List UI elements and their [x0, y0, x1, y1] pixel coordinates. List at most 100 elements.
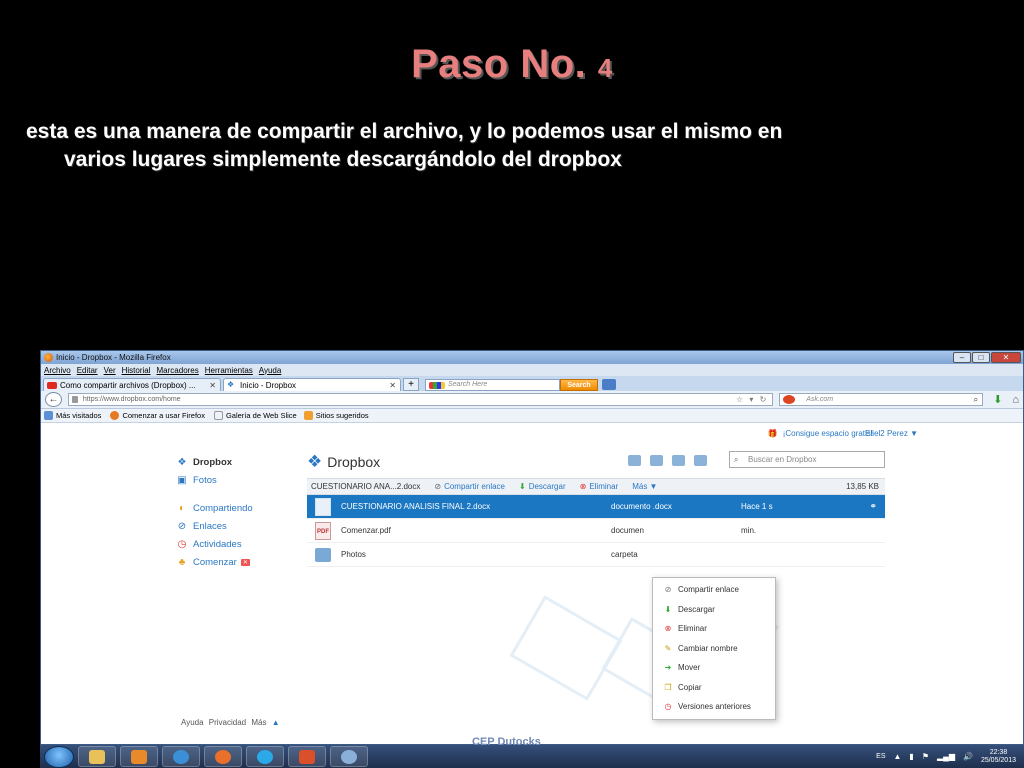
folder-icon — [89, 749, 105, 764]
volume-icon[interactable]: 🔊 — [963, 752, 973, 761]
sharing-icon: ◐ — [178, 502, 186, 514]
footer-mas[interactable]: Más — [251, 718, 266, 727]
share-folder-icon[interactable] — [672, 455, 685, 466]
search-icon[interactable]: ⌕ — [974, 394, 978, 405]
url-bar[interactable]: https://www.dropbox.com/home ☆ ▾ ↻ — [67, 393, 774, 406]
url-controls-icon[interactable]: ☆ ▾ ↻ — [736, 394, 768, 405]
taskbar-ie[interactable] — [162, 746, 200, 767]
bookmark-mas-visitados[interactable]: Más visitados — [56, 411, 101, 420]
upload-icon[interactable] — [628, 455, 641, 466]
delete-action[interactable]: ⊗ Eliminar — [580, 482, 619, 491]
taskbar-media-player[interactable] — [120, 746, 158, 767]
start-button[interactable] — [44, 745, 74, 768]
sidebar-item-label: Compartiendo — [193, 502, 253, 514]
show-hidden-icons-icon[interactable]: ▲ — [894, 752, 902, 761]
sidebar-item-comenzar[interactable]: ♣ Comenzar ✕ — [175, 553, 253, 571]
menu-editar[interactable]: Editar — [77, 366, 98, 375]
link-icon[interactable]: ⚭ — [869, 501, 877, 512]
flag-icon[interactable]: ⚑ — [922, 752, 929, 761]
clock[interactable]: 22:38 25/05/2013 — [981, 749, 1016, 765]
toolbar-info-icon[interactable] — [602, 379, 616, 390]
taskbar-skype[interactable] — [246, 746, 284, 767]
close-tab-icon[interactable]: ✕ — [209, 381, 216, 390]
sidebar-item-fotos[interactable]: ▣ Fotos — [175, 471, 253, 489]
firefox-icon — [44, 353, 53, 362]
tab-youtube[interactable]: Como compartir archivos (Dropbox) ... ✕ — [43, 378, 221, 391]
clock-time: 22:38 — [989, 748, 1008, 756]
home-icon[interactable]: ⌂ — [1012, 394, 1019, 406]
sidebar-item-actividades[interactable]: ◷ Actividades — [175, 535, 253, 553]
file-browser-header: ❖ Dropbox ⌕ Buscar en Dropbox — [307, 451, 885, 473]
tab-dropbox[interactable]: ❖ Inicio - Dropbox ✕ — [223, 378, 401, 391]
menu-item-versiones-anteriores[interactable]: ◷ Versiones anteriores — [653, 697, 775, 717]
user-menu[interactable]: Eliel2 Perez ▼ — [865, 429, 918, 438]
footer-privacidad[interactable]: Privacidad — [209, 718, 246, 727]
clock-date: 25/05/2013 — [980, 756, 1016, 764]
share-link-action[interactable]: ⊘ Compartir enlace — [434, 482, 505, 491]
menu-item-cambiar-nombre[interactable]: ✎ Cambiar nombre — [653, 639, 775, 659]
menu-item-label: Descargar — [678, 604, 715, 614]
taskbar-firefox[interactable] — [204, 746, 242, 767]
menu-archivo[interactable]: Archivo — [44, 366, 71, 375]
menu-ver[interactable]: Ver — [104, 366, 116, 375]
windows-taskbar: ES ▲ ▮ ⚑ ▂▄▆ 🔊 22:38 25/05/2013 — [40, 745, 1024, 768]
close-window-button[interactable]: ✕ — [991, 352, 1021, 363]
copy-icon: ❐ — [664, 682, 672, 692]
ask-search-placeholder: Search Here — [448, 380, 488, 388]
bookmark-comenzar-firefox[interactable]: Comenzar a usar Firefox — [122, 411, 205, 420]
menu-herramientas[interactable]: Herramientas — [205, 366, 253, 375]
taskbar-explorer[interactable] — [78, 746, 116, 767]
close-tab-icon[interactable]: ✕ — [389, 381, 396, 390]
minimize-button[interactable]: – — [953, 352, 971, 363]
menu-item-copiar[interactable]: ❐ Copiar — [653, 678, 775, 698]
bookmark-icon — [44, 411, 53, 420]
new-tab-button[interactable]: + — [403, 378, 419, 391]
new-folder-icon[interactable] — [650, 455, 663, 466]
maximize-button[interactable]: □ — [972, 352, 990, 363]
back-button[interactable]: ← — [45, 392, 62, 407]
sidebar-item-compartiendo[interactable]: ◐ Compartiendo — [175, 499, 253, 517]
footer-ayuda[interactable]: Ayuda — [181, 718, 204, 727]
dropbox-page: 🎁 ¡Consigue espacio gratis! Eliel2 Perez… — [41, 423, 1023, 733]
menu-item-mover[interactable]: ➜ Mover — [653, 658, 775, 678]
chevron-up-icon[interactable]: ▲ — [272, 718, 280, 727]
web-slice-icon — [213, 411, 223, 420]
search-input[interactable]: ⌕ Buscar en Dropbox — [729, 451, 885, 468]
menu-item-label: Copiar — [678, 682, 702, 692]
menu-ayuda[interactable]: Ayuda — [259, 366, 282, 375]
menu-historial[interactable]: Historial — [122, 366, 151, 375]
download-arrow-icon[interactable]: ⬇ — [993, 393, 1002, 406]
promo-link[interactable]: 🎁 ¡Consigue espacio gratis! — [768, 429, 873, 438]
file-row[interactable]: CUESTIONARIO ANALISIS FINAL 2.docx docum… — [307, 495, 885, 519]
firefox-icon — [110, 411, 120, 420]
bookmarks-bar: Más visitados Comenzar a usar Firefox Ga… — [41, 409, 1023, 423]
sidebar-item-dropbox[interactable]: ❖ Dropbox — [175, 453, 253, 471]
more-action[interactable]: Más ▼ — [632, 482, 657, 491]
menu-item-eliminar[interactable]: ⊗ Eliminar — [653, 619, 775, 639]
language-indicator[interactable]: ES — [876, 753, 885, 760]
deleted-files-icon[interactable] — [694, 455, 707, 466]
action-label: Descargar — [528, 482, 566, 491]
menu-item-label: Cambiar nombre — [678, 643, 738, 653]
menu-item-compartir-enlace[interactable]: ⊘ Compartir enlace — [653, 580, 775, 600]
bookmark-web-slice[interactable]: Galería de Web Slice — [226, 411, 297, 420]
menu-marcadores[interactable]: Marcadores — [157, 366, 199, 375]
menu-item-descargar[interactable]: ⬇ Descargar — [653, 600, 775, 620]
file-row[interactable]: Photos carpeta — [307, 543, 885, 567]
ask-search-button[interactable]: Search — [560, 378, 598, 391]
file-action-bar: CUESTIONARIO ANA...2.docx ⊘ Compartir en… — [307, 478, 885, 495]
firefox-icon — [215, 749, 231, 764]
file-name: CUESTIONARIO ANALISIS FINAL 2.docx — [341, 502, 491, 511]
ask-search-input[interactable]: Search Here — [425, 378, 560, 391]
network-icon[interactable]: ▮ — [909, 752, 913, 761]
sidebar-item-enlaces[interactable]: ⊘ Enlaces — [175, 517, 253, 535]
ask-search-bar[interactable]: Ask.com ⌕ — [779, 393, 984, 406]
slide-body-line-2: varios lugares simplemente descargándolo… — [64, 148, 622, 171]
bookmark-sitios-sugeridos[interactable]: Sitios sugeridos — [316, 411, 369, 420]
taskbar-paint[interactable] — [330, 746, 368, 767]
download-action[interactable]: ⬇ Descargar — [519, 482, 566, 491]
file-row[interactable]: PDF Comenzar.pdf documen min. — [307, 519, 885, 543]
signal-icon[interactable]: ▂▄▆ — [937, 752, 955, 761]
ask-toolbar: Search Here Search — [425, 378, 616, 391]
taskbar-powerpoint[interactable] — [288, 746, 326, 767]
